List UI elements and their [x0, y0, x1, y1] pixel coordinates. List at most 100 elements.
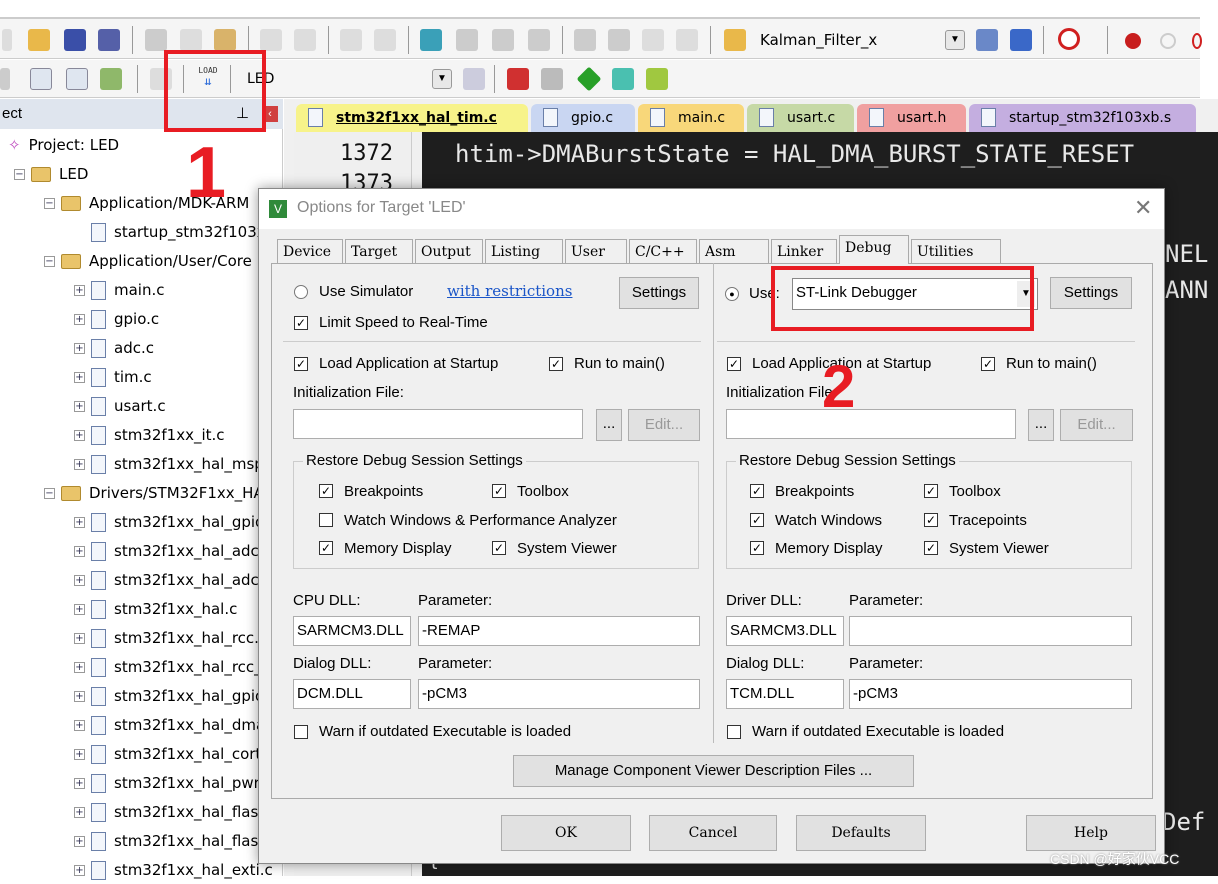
target-options-icon[interactable] [463, 68, 485, 90]
build-icon[interactable] [30, 68, 52, 90]
expand-icon[interactable]: + [74, 836, 85, 847]
manage-rte-icon[interactable] [576, 66, 602, 92]
expand-icon[interactable]: + [74, 662, 85, 673]
load-app-checkbox[interactable]: ✓ [727, 357, 741, 371]
tree-item[interactable]: + stm32f1xx_hal_rcc.c [0, 624, 267, 652]
editor-tab[interactable]: main.c [638, 104, 744, 132]
expand-icon[interactable]: + [74, 401, 85, 412]
disable-breakpoint-icon[interactable] [1160, 33, 1176, 49]
dialog-tab[interactable]: C/C++ [629, 239, 697, 263]
open-folder-icon[interactable] [28, 29, 50, 51]
redo-icon[interactable] [294, 29, 316, 51]
dialog-param-input[interactable]: -pCM3 [849, 679, 1132, 709]
toolbox-checkbox[interactable]: ✓ [492, 484, 506, 498]
warn-outdated-checkbox[interactable] [727, 725, 741, 739]
pack-installer-icon[interactable] [612, 68, 634, 90]
batch-build-icon[interactable] [100, 68, 122, 90]
translate-icon[interactable] [0, 68, 10, 90]
breakpoints-checkbox[interactable]: ✓ [319, 484, 333, 498]
watch-windows-checkbox[interactable] [319, 513, 333, 527]
expand-icon[interactable]: + [74, 575, 85, 586]
toolbox-checkbox[interactable]: ✓ [924, 484, 938, 498]
uncomment-icon[interactable] [676, 29, 698, 51]
expand-icon[interactable]: + [74, 517, 85, 528]
debug-session-icon[interactable] [1058, 28, 1080, 50]
cancel-button[interactable]: Cancel [649, 815, 777, 851]
comment-icon[interactable] [642, 29, 664, 51]
dialog-tab[interactable]: Device [277, 239, 343, 263]
kill-breakpoints-icon[interactable] [1192, 33, 1202, 49]
undo-icon[interactable] [260, 29, 282, 51]
dialog-tab[interactable]: User [565, 239, 627, 263]
system-viewer-checkbox[interactable]: ✓ [924, 541, 938, 555]
new-file-icon[interactable] [2, 29, 12, 51]
ok-button[interactable]: OK [501, 815, 631, 851]
editor-tab[interactable]: startup_stm32f103xb.s [969, 104, 1196, 132]
debugger-settings-button[interactable]: Settings [1050, 277, 1132, 309]
system-viewer-checkbox[interactable]: ✓ [492, 541, 506, 555]
tree-item[interactable]: + stm32f1xx_hal_msp.c [0, 450, 277, 478]
editor-tab[interactable]: stm32f1xx_hal_tim.c [296, 104, 528, 132]
chevron-down-icon[interactable]: ▼ [432, 69, 452, 89]
expand-icon[interactable]: + [74, 807, 85, 818]
tree-item[interactable]: + gpio.c [0, 305, 159, 333]
dialog-dll-input[interactable]: TCM.DLL [726, 679, 844, 709]
collapse-icon[interactable]: − [44, 256, 55, 267]
editor-tab[interactable]: usart.c [747, 104, 854, 132]
browse-button[interactable]: ... [596, 409, 622, 441]
clear-bookmarks-icon[interactable] [528, 29, 550, 51]
collapse-icon[interactable]: − [44, 198, 55, 209]
collapse-icon[interactable]: − [44, 488, 55, 499]
breakpoint-icon[interactable] [1125, 33, 1141, 49]
driver-param-input[interactable] [849, 616, 1132, 646]
expand-icon[interactable]: + [74, 546, 85, 557]
rebuild-icon[interactable] [66, 68, 88, 90]
manage-component-viewer-button[interactable]: Manage Component Viewer Description File… [513, 755, 914, 787]
expand-icon[interactable]: + [74, 633, 85, 644]
manage-project-items-icon[interactable] [507, 68, 529, 90]
defaults-button[interactable]: Defaults [796, 815, 926, 851]
load-app-checkbox[interactable]: ✓ [294, 357, 308, 371]
expand-icon[interactable]: + [74, 285, 85, 296]
help-button[interactable]: Help [1026, 815, 1156, 851]
cpu-dll-input[interactable]: SARMCM3.DLL [293, 616, 411, 646]
dialog-tab[interactable]: Listing [485, 239, 563, 263]
use-simulator-radio[interactable] [294, 285, 308, 299]
tree-item[interactable]: − LED [0, 160, 88, 188]
dialog-tab[interactable]: Debug [839, 235, 909, 264]
expand-icon[interactable]: + [74, 459, 85, 470]
expand-icon[interactable]: + [74, 778, 85, 789]
tree-item[interactable]: + stm32f1xx_hal_exti.c [0, 856, 273, 884]
driver-dll-input[interactable]: SARMCM3.DLL [726, 616, 844, 646]
tracepoints-checkbox[interactable]: ✓ [924, 513, 938, 527]
select-packs-icon[interactable] [541, 68, 563, 90]
cut-icon[interactable] [145, 29, 167, 51]
chevron-down-icon[interactable]: ▼ [945, 30, 965, 50]
collapse-icon[interactable]: − [14, 169, 25, 180]
dialog-tab[interactable]: Linker [771, 239, 837, 263]
find-icon[interactable] [976, 29, 998, 51]
tree-item[interactable]: + stm32f1xx_hal_gpio.c [0, 682, 277, 710]
tree-item[interactable]: + stm32f1xx_hal_rcc_ex.c [0, 653, 293, 681]
incremental-find-icon[interactable] [1010, 29, 1032, 51]
copy-icon[interactable] [180, 29, 202, 51]
expand-icon[interactable]: + [74, 691, 85, 702]
tree-item[interactable]: ✧ Project: LED [0, 131, 119, 159]
run-to-main-checkbox[interactable]: ✓ [981, 357, 995, 371]
tree-item[interactable]: + stm32f1xx_hal_pwr.c [0, 769, 271, 797]
tree-item[interactable]: + stm32f1xx_hal.c [0, 595, 237, 623]
limit-speed-checkbox[interactable]: ✓ [294, 316, 308, 330]
tree-item[interactable]: + tim.c [0, 363, 152, 391]
nav-back-icon[interactable] [340, 29, 362, 51]
init-file-input[interactable] [293, 409, 583, 439]
tree-item[interactable]: + stm32f1xx_hal_cortex.c [0, 740, 292, 768]
init-file-input[interactable] [726, 409, 1016, 439]
with-restrictions-link[interactable]: with restrictions [447, 282, 572, 300]
watch-windows-checkbox[interactable]: ✓ [750, 513, 764, 527]
expand-icon[interactable]: + [74, 343, 85, 354]
edit-button[interactable]: Edit... [628, 409, 700, 441]
dialog-tab[interactable]: Asm [699, 239, 769, 263]
find-combo-value[interactable]: Kalman_Filter_x [760, 31, 877, 49]
software-packs-icon[interactable] [646, 68, 668, 90]
run-to-main-checkbox[interactable]: ✓ [549, 357, 563, 371]
